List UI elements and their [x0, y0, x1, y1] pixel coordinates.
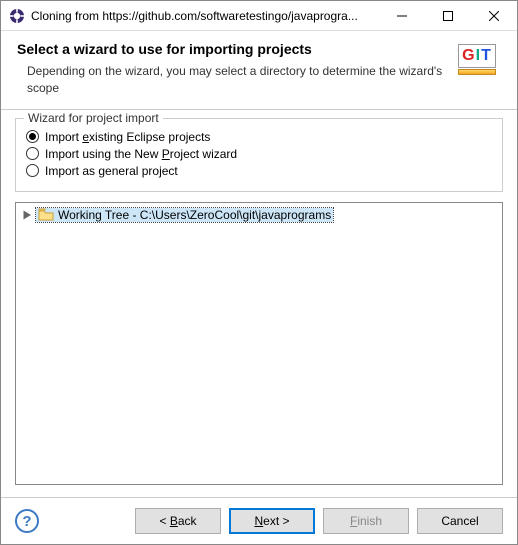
wizard-group-title: Wizard for project import	[24, 111, 163, 125]
window-title: Cloning from https://github.com/software…	[31, 9, 379, 23]
radio-icon	[26, 130, 39, 143]
tree-expand-icon[interactable]	[22, 209, 34, 221]
dialog-window: Cloning from https://github.com/software…	[0, 0, 518, 545]
button-bar: ? < Back Next > Finish Cancel	[1, 497, 517, 544]
git-icon: GIT	[453, 41, 501, 77]
titlebar: Cloning from https://github.com/software…	[1, 1, 517, 31]
help-button[interactable]: ?	[15, 509, 39, 533]
radio-label: Import as general project	[45, 164, 178, 178]
tree-item-label: Working Tree - C:\Users\ZeroCool\git\jav…	[58, 208, 331, 222]
radio-import-existing[interactable]: Import existing Eclipse projects	[26, 130, 492, 144]
directory-tree[interactable]: Working Tree - C:\Users\ZeroCool\git\jav…	[15, 202, 503, 485]
radio-label: Import existing Eclipse projects	[45, 130, 210, 144]
radio-new-project-wizard[interactable]: Import using the New Project wizard	[26, 147, 492, 161]
cancel-button[interactable]: Cancel	[417, 508, 503, 534]
window-controls	[379, 1, 517, 30]
banner-description: Depending on the wizard, you may select …	[17, 63, 443, 97]
finish-button: Finish	[323, 508, 409, 534]
banner-text: Select a wizard to use for importing pro…	[17, 41, 443, 97]
close-button[interactable]	[471, 1, 517, 30]
banner: Select a wizard to use for importing pro…	[1, 31, 517, 110]
app-icon	[9, 8, 25, 24]
content-area: Wizard for project import Import existin…	[1, 110, 517, 497]
tree-item-working-tree[interactable]: Working Tree - C:\Users\ZeroCool\git\jav…	[20, 207, 498, 223]
folder-icon	[38, 208, 54, 222]
radio-icon	[26, 164, 39, 177]
minimize-button[interactable]	[379, 1, 425, 30]
next-button[interactable]: Next >	[229, 508, 315, 534]
radio-label: Import using the New Project wizard	[45, 147, 237, 161]
maximize-button[interactable]	[425, 1, 471, 30]
radio-general-project[interactable]: Import as general project	[26, 164, 492, 178]
wizard-group: Wizard for project import Import existin…	[15, 118, 503, 192]
back-button[interactable]: < Back	[135, 508, 221, 534]
radio-icon	[26, 147, 39, 160]
banner-title: Select a wizard to use for importing pro…	[17, 41, 443, 57]
